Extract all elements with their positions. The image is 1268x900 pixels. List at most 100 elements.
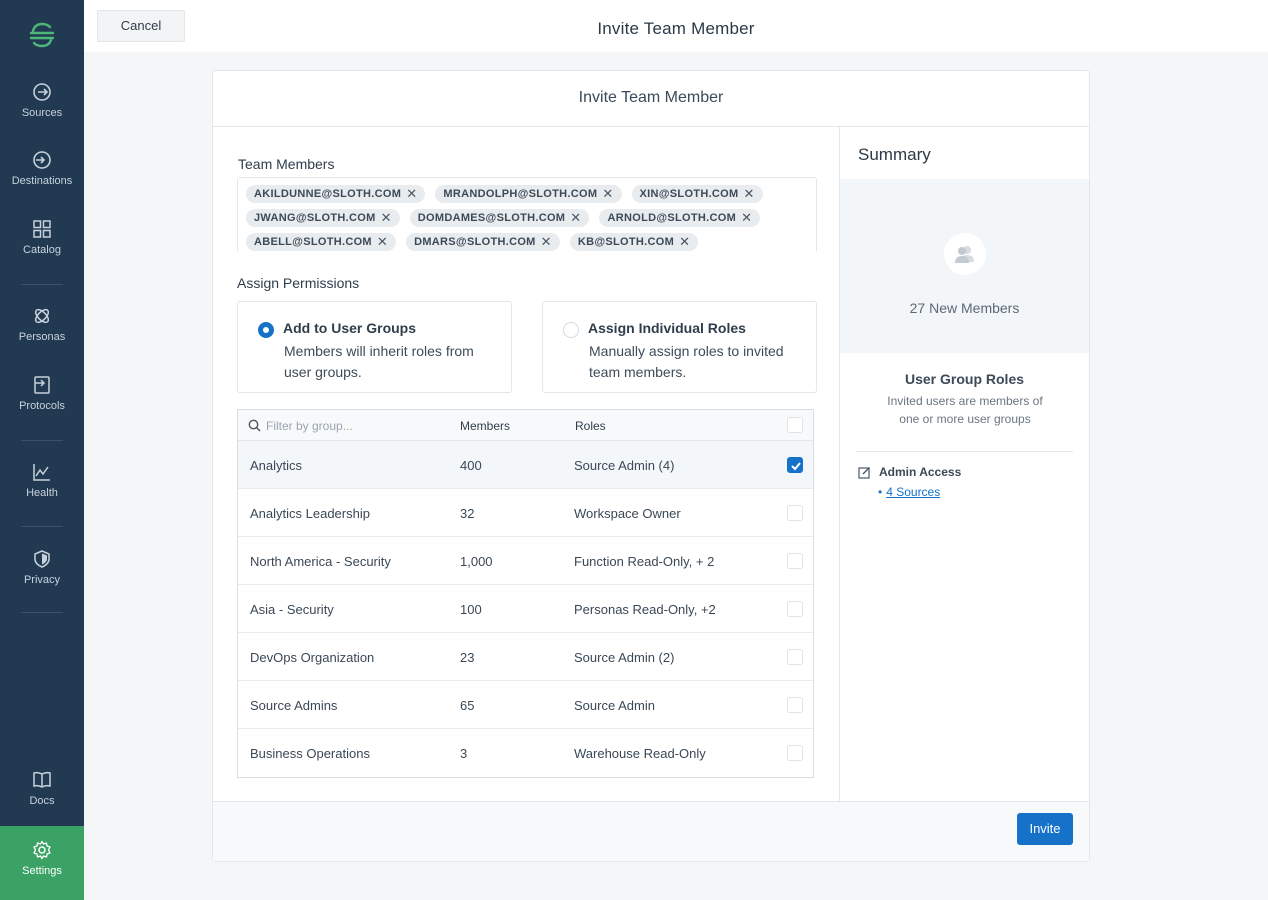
remove-tag-icon[interactable]: ✕ <box>741 210 752 226</box>
sidebar-item-label: Destinations <box>11 175 73 187</box>
radio-button[interactable] <box>563 322 579 338</box>
sidebar-item-label: Catalog <box>23 244 61 256</box>
privacy-icon <box>34 550 50 568</box>
sidebar-item-settings[interactable]: Settings <box>0 826 84 900</box>
group-roles: Source Admin <box>574 698 655 713</box>
sidebar-divider <box>21 526 63 527</box>
group-roles: Personas Read-Only, +2 <box>574 602 716 617</box>
protocols-icon <box>34 376 50 394</box>
catalog-icon <box>33 220 51 238</box>
sidebar-item-destinations[interactable]: Destinations <box>0 150 84 210</box>
invite-card: Invite Team Member Team Members AKILDUNN… <box>212 70 1090 862</box>
remove-tag-icon[interactable]: ✕ <box>744 186 755 202</box>
member-email: ABELL@SLOTH.COM <box>254 236 372 248</box>
user-group-roles-title: User Group Roles <box>904 371 1025 387</box>
invite-button[interactable]: Invite <box>1017 813 1073 845</box>
member-tag: DOMDAMES@SLOTH.COM ✕ <box>409 209 590 227</box>
group-name: Business Operations <box>250 746 370 761</box>
table-row[interactable]: Asia - Security 100 Personas Read-Only, … <box>238 585 813 633</box>
remove-tag-icon[interactable]: ✕ <box>377 234 388 250</box>
sidebar-item-sources[interactable]: Sources <box>0 82 84 142</box>
checkmark-icon <box>791 462 801 471</box>
summary-hero: 27 New Members <box>840 179 1089 353</box>
option-assign-individual-roles[interactable]: Assign Individual Roles Manually assign … <box>542 301 817 393</box>
bullet: • <box>878 485 883 499</box>
table-row[interactable]: North America - Security 1,000 Function … <box>238 537 813 585</box>
member-tag: DMARS@SLOTH.COM ✕ <box>406 233 560 251</box>
card-footer: Invite <box>213 801 1089 861</box>
sources-icon <box>33 83 51 101</box>
option-description: Members will inherit roles from user gro… <box>284 343 474 380</box>
invite-form: Team Members AKILDUNNE@SLOTH.COM ✕ MRANDO… <box>213 127 840 801</box>
remove-tag-icon[interactable]: ✕ <box>406 186 417 202</box>
sidebar-item-label: Sources <box>21 107 63 119</box>
option-description: Manually assign roles to invited team me… <box>589 343 784 380</box>
table-row[interactable]: Source Admins 65 Source Admin <box>238 681 813 729</box>
option-title: Assign Individual Roles <box>588 320 746 336</box>
sidebar-divider <box>21 284 63 285</box>
user-groups-table: Members Roles Analytics 400 Source Admin… <box>237 409 814 778</box>
member-email: MRANDOLPH@SLOTH.COM <box>443 188 598 200</box>
sidebar-item-protocols[interactable]: Protocols <box>0 375 84 435</box>
sidebar-item-personas[interactable]: Personas <box>0 306 84 366</box>
member-tag: XIN@SLOTH.COM ✕ <box>631 185 763 203</box>
top-bar: Cancel Invite Team Member <box>84 0 1268 52</box>
team-members-input[interactable]: AKILDUNNE@SLOTH.COM ✕ MRANDOLPH@SLOTH.COM… <box>237 177 817 251</box>
sidebar-item-health[interactable]: Health <box>0 462 84 522</box>
sidebar-item-docs[interactable]: Docs <box>0 770 84 830</box>
filter-groups-input[interactable] <box>266 417 446 435</box>
select-all-checkbox[interactable] <box>787 417 803 433</box>
sidebar-divider <box>21 440 63 441</box>
member-tag: AKILDUNNE@SLOTH.COM ✕ <box>246 185 426 203</box>
sources-link[interactable]: 4 Sources <box>886 485 940 499</box>
table-row[interactable]: Analytics 400 Source Admin (4) <box>238 441 813 489</box>
table-row[interactable]: Analytics Leadership 32 Workspace Owner <box>238 489 813 537</box>
assign-permissions-label: Assign Permissions <box>237 275 360 291</box>
page-title: Invite Team Member <box>597 19 755 38</box>
row-checkbox[interactable] <box>787 649 803 665</box>
sidebar-item-label: Personas <box>18 331 66 343</box>
group-name: Analytics <box>250 458 303 473</box>
sidebar-item-label: Protocols <box>19 400 65 412</box>
remove-tag-icon[interactable]: ✕ <box>602 186 613 202</box>
summary-panel: Summary 27 New Members User Group Roles … <box>839 127 1089 801</box>
remove-tag-icon[interactable]: ✕ <box>679 234 690 250</box>
divider <box>856 451 1073 452</box>
remove-tag-icon[interactable]: ✕ <box>381 210 392 226</box>
column-header-roles[interactable]: Roles <box>575 419 606 433</box>
member-email: XIN@SLOTH.COM <box>639 188 739 200</box>
tag-row: JWANG@SLOTH.COM ✕ DOMDAMES@SLOTH.COM ✕ ARN… <box>246 206 808 230</box>
admin-access-label: Admin Access <box>879 465 962 479</box>
team-members-label: Team Members <box>238 156 335 172</box>
row-checkbox[interactable] <box>787 457 803 473</box>
search-icon <box>248 419 261 432</box>
segment-logo[interactable] <box>27 20 57 50</box>
row-checkbox[interactable] <box>787 505 803 521</box>
group-members: 100 <box>460 602 482 617</box>
sidebar-item-catalog[interactable]: Catalog <box>0 219 84 279</box>
group-roles: Workspace Owner <box>574 506 681 521</box>
column-header-members[interactable]: Members <box>460 419 510 433</box>
sidebar-item-privacy[interactable]: Privacy <box>0 549 84 609</box>
sidebar-item-label: Health <box>26 487 58 499</box>
group-members: 65 <box>460 698 475 713</box>
table-row[interactable]: DevOps Organization 23 Source Admin (2) <box>238 633 813 681</box>
admin-access: Admin Access <box>858 465 961 479</box>
remove-tag-icon[interactable]: ✕ <box>570 210 581 226</box>
row-checkbox[interactable] <box>787 601 803 617</box>
health-icon <box>33 464 50 481</box>
group-name: North America - Security <box>250 554 391 569</box>
row-checkbox[interactable] <box>787 745 803 761</box>
member-email: KB@SLOTH.COM <box>577 236 675 248</box>
radio-button[interactable] <box>258 322 274 338</box>
option-add-to-user-groups[interactable]: Add to User Groups Members will inherit … <box>237 301 512 393</box>
group-roles: Function Read-Only, + 2 <box>574 554 715 569</box>
group-members: 3 <box>460 746 468 761</box>
personas-icon <box>34 308 50 324</box>
table-row[interactable]: Business Operations 3 Warehouse Read-Onl… <box>238 729 813 777</box>
row-checkbox[interactable] <box>787 697 803 713</box>
destinations-icon <box>33 151 51 169</box>
group-roles: Source Admin (2) <box>574 650 675 665</box>
remove-tag-icon[interactable]: ✕ <box>541 234 552 250</box>
row-checkbox[interactable] <box>787 553 803 569</box>
